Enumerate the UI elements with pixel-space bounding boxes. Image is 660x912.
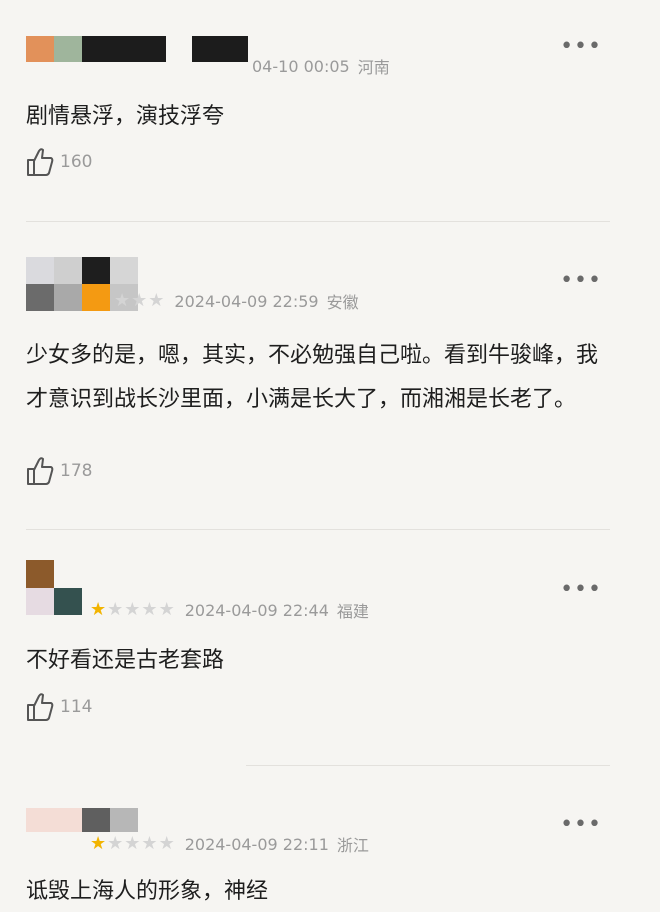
more-options-icon[interactable]: ••• — [560, 36, 602, 58]
star-icon: ★ — [107, 833, 124, 854]
comment-location: 河南 — [357, 58, 390, 77]
username-redaction — [82, 36, 166, 62]
divider — [26, 529, 610, 530]
thumbs-up-icon — [27, 148, 54, 176]
star-icon: ★ — [124, 833, 141, 854]
star-icon: ★ — [158, 599, 175, 620]
comment-text: 不好看还是古老套路 — [26, 648, 225, 673]
like-count: 160 — [60, 152, 93, 172]
comment-location: 福建 — [336, 602, 369, 621]
comment-location: 浙江 — [336, 836, 369, 855]
avatar-mosaic-block — [54, 257, 82, 284]
like-button[interactable]: 114 — [26, 692, 92, 722]
star-rating: ★ ★ ★ — [114, 292, 164, 310]
avatar-mosaic-block — [26, 808, 82, 832]
like-count: 178 — [60, 461, 93, 481]
star-icon: ★ — [107, 599, 124, 620]
avatar-mosaic-block — [54, 284, 82, 311]
avatar[interactable] — [26, 560, 86, 616]
avatar-mosaic-block — [54, 588, 82, 615]
star-icon: ★ — [124, 599, 141, 620]
thumbs-up-icon — [27, 693, 54, 721]
avatar-mosaic-block — [26, 560, 54, 588]
avatar-mosaic-block — [26, 284, 54, 311]
comment-date: 2024-04-09 22:44 — [184, 600, 329, 620]
comment-meta: ★ ★ ★ 2024-04-09 22:59 安徽 — [114, 289, 359, 313]
avatar-mosaic-block — [26, 36, 54, 62]
more-options-icon[interactable]: ••• — [560, 270, 602, 292]
avatar-mosaic-block — [82, 284, 110, 311]
star-icon: ★ — [141, 833, 158, 854]
star-icon: ★ — [148, 290, 165, 311]
thumbs-up-icon — [27, 457, 54, 485]
avatar-mosaic-block — [82, 257, 110, 284]
like-button[interactable]: 178 — [26, 456, 92, 486]
comment-date: 2024-04-09 22:11 — [184, 834, 329, 854]
avatar-mosaic-block — [82, 808, 110, 832]
star-icon: ★ — [158, 833, 175, 854]
star-rating: ★ ★ ★ ★ ★ — [90, 601, 175, 619]
comment-location: 安徽 — [326, 293, 359, 312]
star-icon: ★ — [90, 599, 107, 620]
avatar-mosaic-block — [26, 257, 54, 284]
comment-date: 04-10 00:05 — [252, 56, 350, 76]
avatar-mosaic-block — [110, 257, 138, 284]
comment-text: 诋毁上海人的形象，神经 — [26, 879, 269, 904]
star-icon: ★ — [141, 599, 158, 620]
like-count: 114 — [60, 697, 93, 717]
star-icon: ★ — [131, 290, 148, 311]
comment-meta: ★ ★ ★ ★ ★ 2024-04-09 22:11 浙江 — [90, 832, 369, 856]
divider — [246, 765, 610, 766]
comment-text: 少女多的是，嗯，其实，不必勉强自己啦。看到牛骏峰，我才意识到战长沙里面，小满是长… — [26, 343, 599, 412]
comment-date: 2024-04-09 22:59 — [174, 291, 319, 311]
avatar-mosaic-block — [110, 808, 138, 832]
avatar-mosaic-block — [26, 588, 54, 615]
avatar-mosaic-block — [54, 36, 82, 62]
comment-meta: 04-10 00:05 河南 — [200, 54, 390, 78]
more-options-icon[interactable]: ••• — [560, 814, 602, 836]
like-button[interactable]: 160 — [26, 147, 92, 177]
comment-meta: ★ ★ ★ ★ ★ 2024-04-09 22:44 福建 — [90, 598, 369, 622]
star-rating: ★ ★ ★ ★ ★ — [90, 835, 175, 853]
more-options-icon[interactable]: ••• — [560, 579, 602, 601]
star-icon: ★ — [90, 833, 107, 854]
divider — [26, 221, 610, 222]
comment-text: 剧情悬浮，演技浮夸 — [26, 104, 225, 129]
star-icon: ★ — [114, 290, 131, 311]
